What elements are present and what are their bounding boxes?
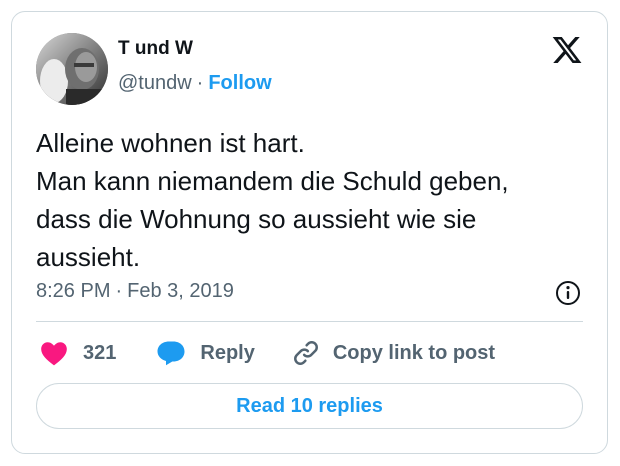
action-bar: 321 Reply Copy link to post [40,337,495,369]
tweet-time: 8:26 PM [36,280,111,302]
read-replies-label: Read 10 replies [236,394,383,417]
read-replies-button[interactable]: Read 10 replies [36,383,583,429]
tweet-text-line: dass die Wohnung so aussieht wie sie [36,204,477,234]
follow-button[interactable]: Follow [208,72,271,94]
author-name[interactable]: T und W [118,38,193,60]
tweet-date: Feb 3, 2019 [127,280,234,302]
tweet-text-line: Alleine wohnen ist hart. [36,128,305,158]
link-icon [293,341,318,365]
reply-button[interactable]: Reply [156,340,255,366]
tweet-text: Alleine wohnen ist hart. Man kann nieman… [36,124,596,276]
tweet-text-line: aussieht. [36,242,141,272]
tweet-timestamp[interactable]: 8:26 PM · Feb 3, 2019 [36,280,234,303]
author-handle[interactable]: @tundw [118,72,192,94]
x-logo-icon[interactable] [551,34,583,66]
handle-separator: · [196,72,204,94]
copy-link-button[interactable]: Copy link to post [291,338,495,368]
info-icon[interactable] [555,280,581,306]
avatar-photo [36,33,108,105]
timestamp-separator: · [115,280,123,302]
speech-bubble-icon [157,341,185,366]
copy-link-label: Copy link to post [332,341,496,364]
like-button[interactable]: 321 [40,340,116,366]
author-handle-row: @tundw · Follow [118,72,272,95]
divider [36,321,583,322]
like-count: 321 [83,341,117,364]
avatar[interactable] [36,33,108,105]
reply-label: Reply [200,341,255,364]
heart-icon [41,342,67,366]
tweet-card: T und W @tundw · Follow Alleine wohnen ist… [11,11,608,454]
tweet-text-line: Man kann niemandem die Schuld geben, [36,166,509,196]
